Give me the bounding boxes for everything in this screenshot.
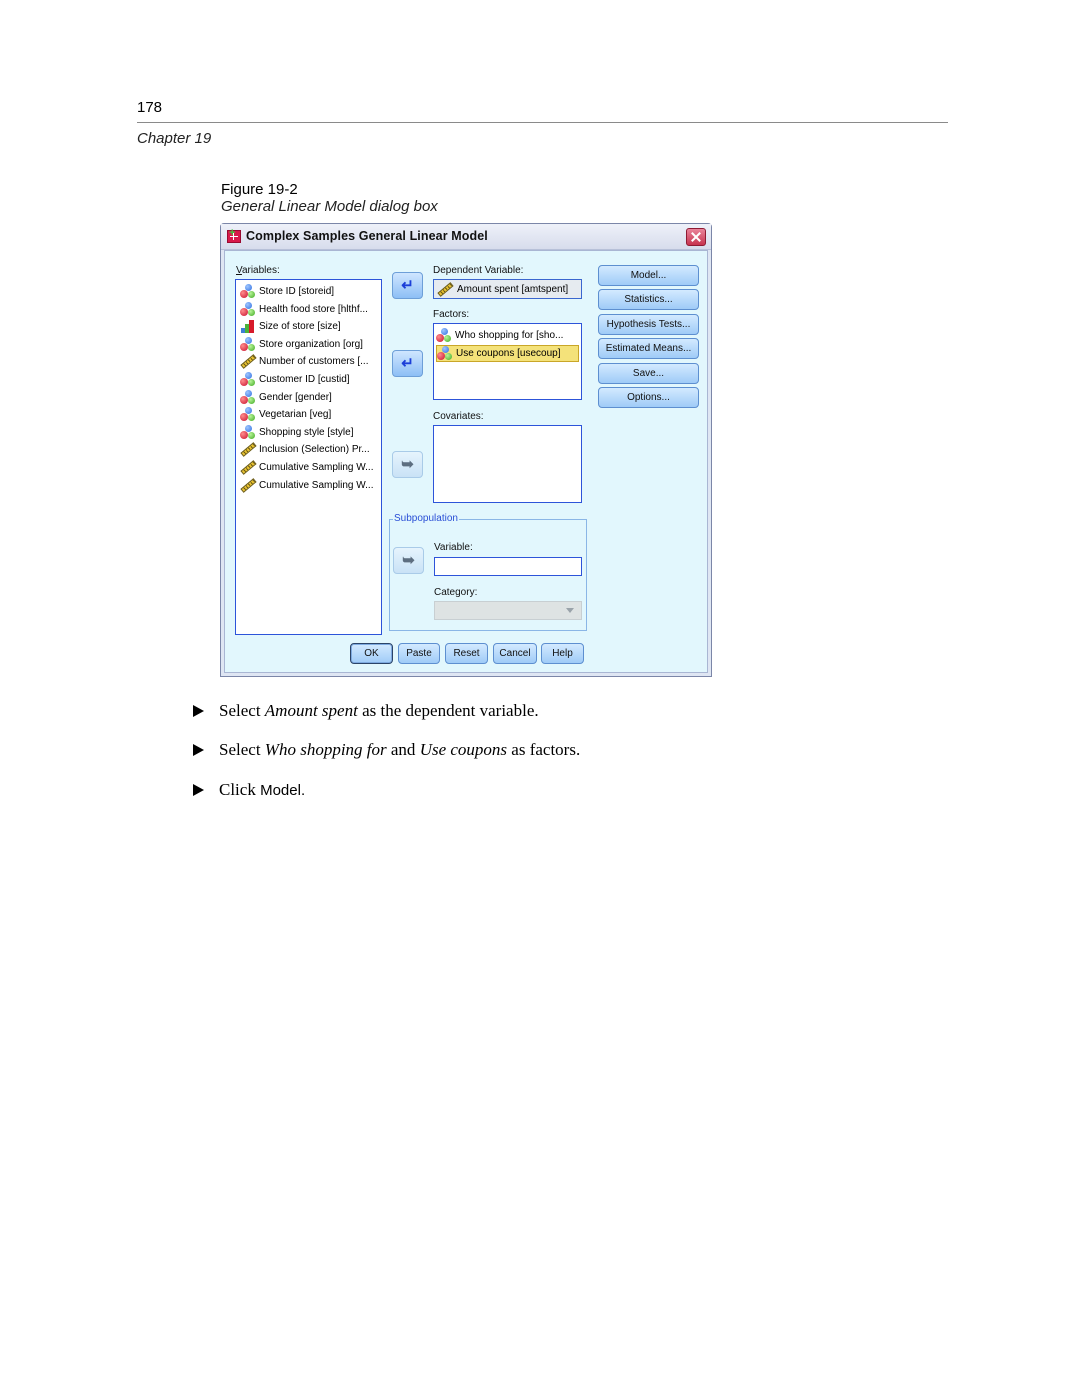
move-to-dependent-button[interactable]: ↵ [392,272,423,299]
nominal-icon [240,389,256,405]
nominal-icon [240,336,256,352]
covariates-listbox[interactable] [433,425,582,503]
arrow-left-icon: ↵ [401,355,414,372]
arrow-right-icon: ➥ [402,552,415,569]
nominal-icon [437,345,453,361]
dependent-variable-field[interactable]: Amount spent [amtspent] [433,279,582,299]
variable-list-item[interactable]: Number of customers [... [240,353,368,370]
move-to-factors-button[interactable]: ↵ [392,350,423,377]
figure-label: Figure 19-2 [221,181,298,198]
chapter-label: Chapter 19 [137,130,212,147]
variable-list-item[interactable]: Size of store [size] [240,318,341,335]
nominal-icon [240,372,256,387]
cancel-button[interactable]: Cancel [493,643,537,664]
factors-listbox[interactable]: Who shopping for [sho... Use coupons [use… [433,323,582,400]
variable-list-item[interactable]: Health food store [hlthf... [240,301,368,318]
options-button[interactable]: Options... [598,387,699,408]
figure-caption: General Linear Model dialog box [221,198,438,215]
scale-icon [240,477,257,493]
subpopulation-group: Subpopulation ➥ Variable: Category: [389,513,587,631]
variable-list-item[interactable]: Cumulative Sampling W... [240,459,374,476]
variable-list-item[interactable]: Store organization [org] [240,336,363,353]
arrow-left-icon: ↵ [401,277,414,294]
variables-listbox[interactable]: Store ID [storeid] Health food store [hlt… [235,279,382,635]
move-to-covariates-button[interactable]: ➥ [392,451,423,478]
nominal-icon [240,407,256,422]
bullet-icon [193,784,204,796]
variable-list-item[interactable]: Inclusion (Selection) Pr... [240,441,370,458]
close-button[interactable] [686,228,706,246]
scale-icon [240,460,257,475]
nominal-icon [240,284,256,299]
variables-label: Variables: [236,265,280,276]
subpopulation-title: Subpopulation [393,513,459,524]
dependent-variable-label: Dependent Variable: [433,265,524,276]
scale-icon [240,354,257,370]
move-to-subpopulation-button[interactable]: ➥ [393,547,424,574]
nominal-icon [436,328,452,343]
glm-dialog: Complex Samples General Linear Model Var… [220,223,712,677]
variable-list-item[interactable]: Customer ID [custid] [240,371,350,388]
instruction-step-1: Select Amount spent as the dependent var… [193,701,539,721]
dependent-variable-item[interactable]: Amount spent [amtspent] [437,281,568,297]
estimated-means-button[interactable]: Estimated Means... [598,338,699,359]
scale-icon [437,281,454,297]
subpop-category-label: Category: [434,587,478,598]
bullet-icon [193,705,204,717]
nominal-icon [240,424,256,440]
variable-list-item[interactable]: Vegetarian [veg] [240,406,331,423]
subpop-variable-field[interactable] [434,557,582,576]
help-button[interactable]: Help [541,643,584,664]
nominal-icon [240,301,256,317]
save-button[interactable]: Save... [598,363,699,384]
model-button[interactable]: Model... [598,265,699,286]
subpop-variable-label: Variable: [434,542,473,553]
instruction-step-2: Select Who shopping for and Use coupons … [193,740,580,760]
header-rule [137,122,948,123]
factors-label: Factors: [433,309,470,320]
paste-button[interactable]: Paste [398,643,440,664]
factor-list-item[interactable]: Use coupons [usecoup] [436,344,579,362]
variable-list-item[interactable]: Cumulative Sampling W... [240,477,374,494]
covariates-label: Covariates: [433,411,484,422]
bullet-icon [193,744,204,756]
ordinal-icon [240,319,256,334]
hypothesis-tests-button[interactable]: Hypothesis Tests... [598,314,699,335]
statistics-button[interactable]: Statistics... [598,289,699,310]
factor-list-item[interactable]: Who shopping for [sho... [436,327,579,344]
page-number: 178 [137,99,163,116]
variable-list-item[interactable]: Store ID [storeid] [240,283,334,300]
ok-button[interactable]: OK [350,643,393,664]
instruction-step-3: Click Model. [193,780,305,800]
dialog-title: Complex Samples General Linear Model [246,229,488,243]
dialog-titlebar[interactable]: Complex Samples General Linear Model [221,224,711,250]
dialog-body: Variables: Store ID [storeid] Health food… [224,250,708,673]
scale-icon [240,442,257,458]
spss-table-icon [227,227,241,243]
variable-list-item[interactable]: Shopping style [style] [240,424,354,441]
chevron-down-icon [566,608,574,613]
subpop-category-dropdown[interactable] [434,601,582,620]
arrow-right-icon: ➥ [401,456,414,473]
variable-list-item[interactable]: Gender [gender] [240,389,332,406]
reset-button[interactable]: Reset [445,643,488,664]
